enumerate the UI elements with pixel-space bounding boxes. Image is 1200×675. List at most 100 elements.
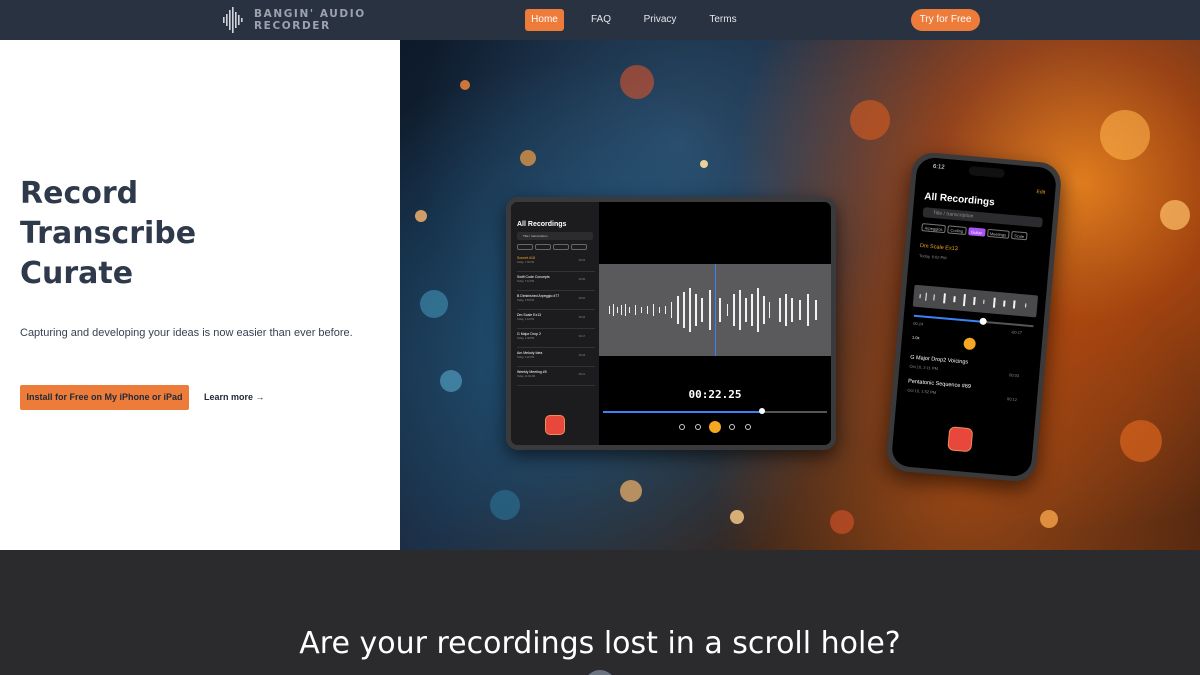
bokeh-particle [620,65,654,99]
ipad-item-time: 00:17 [578,335,585,338]
hero-subtitle: Capturing and developing your ideas is n… [20,327,353,339]
ipad-item-date: Today, 7:12 PM [517,280,535,283]
hero-text-panel: Record Transcribe Curate Capturing and d… [0,40,400,550]
learn-more-link[interactable]: Learn more → [204,385,265,410]
try-for-free-button[interactable]: Try for Free [911,9,980,31]
nav-link-privacy[interactable]: Privacy [640,9,680,31]
iphone-list-item-date: Oct 10, 1:52 PM [907,387,937,395]
iphone-title: All Recordings [923,191,996,209]
ipad-item-time: 00:06 [578,278,585,281]
ipad-list-item: Swift Code Concepts Today, 7:12 PM 00:06 [517,273,595,291]
section-avatar [584,670,616,675]
bokeh-particle [1100,110,1150,160]
iphone-clock: 6:12 [932,163,945,171]
ipad-waveform [599,264,831,356]
ipad-list-item: Sonnet #18 Today, 7:30 PM 00:16 [517,254,595,272]
ipad-chip [553,244,569,250]
waveform-logo-icon [223,7,243,33]
iphone-scrubber-fill [913,314,984,323]
ipad-tag-chips [517,244,587,250]
nav-link-terms[interactable]: Terms [704,9,742,31]
iphone-waveform-graphic [919,292,1027,309]
iphone-scrubber-track [983,320,1034,327]
ipad-list-item: B Diminished Arpeggio #77 Today, 1:53 PM… [517,292,595,310]
ipad-screen: All Recordings Title / transcription Son… [511,202,831,445]
ipad-record-button [545,415,565,435]
ipad-chip [571,244,587,250]
logo[interactable]: BANGIN' AUDIO RECORDER [222,7,366,33]
iphone-chip: Coding [947,225,967,235]
nav-link-faq[interactable]: FAQ [586,9,616,31]
iphone-record-button [947,426,974,453]
bokeh-particle [415,210,427,222]
ipad-item-date: Today, 11:06 AM [517,375,536,378]
iphone-scrubber-knob [979,317,987,326]
iphone-list-item-time: 00:12 [1006,396,1018,403]
ipad-sidebar: All Recordings Title / transcription Son… [511,202,599,445]
ipad-title: All Recordings [517,221,567,228]
ipad-item-name: G Major Drop 2 [517,332,541,336]
ipad-item-date: Today, 7:30 PM [517,261,535,264]
ipad-list-item: G Major Drop 2 Today, 1:38 PM 00:17 [517,330,595,348]
ipad-item-date: Today, 1:22 PM [517,356,535,359]
ipad-item-time: 00:16 [578,316,585,319]
nav-link-home[interactable]: Home [525,9,564,31]
bokeh-particle [1120,420,1162,462]
section-title: Are your recordings lost in a scroll hol… [299,626,901,661]
bokeh-particle [700,160,708,168]
ipad-item-date: Today, 1:53 PM [517,299,535,302]
ipad-item-name: B Diminished Arpeggio #77 [517,294,560,298]
headline-curate: Curate [20,256,134,291]
iphone-list-item-date: Oct 10, 2:11 PM [909,363,939,372]
ipad-item-time: 00:18 [578,354,585,357]
iphone-play-icon [963,337,977,351]
ipad-item-time: 00:10 [578,297,585,300]
ipad-loop-icon [745,424,751,430]
ipad-playhead [715,264,716,356]
ipad-list-item: Dm Scale Ex13 Today, 1:44 PM 00:16 [517,311,595,329]
iphone-chip: Arpeggios [921,223,946,234]
ipad-scrubber-fill [603,411,763,413]
logo-text: BANGIN' AUDIO RECORDER [254,8,366,32]
ipad-item-name: Sonnet #18 [517,256,535,260]
ipad-item-time: 00:21 [578,373,585,376]
ipad-rewind-icon [695,424,701,430]
ipad-search-placeholder: Title / transcription [523,234,548,238]
ipad-item-name: Weekly Meeting #5 [517,370,547,374]
ipad-item-date: Today, 1:38 PM [517,337,535,340]
install-button[interactable]: Install for Free on My iPhone or iPad [20,385,189,410]
ipad-list-item: Weekly Meeting #5 Today, 11:06 AM 00:21 [517,368,595,386]
ipad-player: 00:22.25 [599,202,831,445]
bokeh-particle [440,370,462,392]
top-navbar: BANGIN' AUDIO RECORDER Home FAQ Privacy … [0,0,1200,40]
ipad-list-item: Am Melody Idea Today, 1:22 PM 00:18 [517,349,595,367]
ipad-scrubber-track [763,411,827,413]
ipad-time-display: 00:22.25 [688,388,742,401]
bokeh-particle [1160,200,1190,230]
iphone-edit-label: Edit [1036,188,1046,196]
ipad-chip [535,244,551,250]
ipad-item-name: Swift Code Concepts [517,275,550,279]
ipad-item-time: 00:16 [578,259,585,262]
bokeh-particle [490,490,520,520]
ipad-play-icon [709,421,721,433]
iphone-current-item: Dm Scale Ex13 [919,243,959,253]
bokeh-particle [620,480,642,502]
iphone-chip: Meetings [986,228,1010,239]
bokeh-particle [460,80,470,90]
logo-line-1: BANGIN' AUDIO [254,8,366,20]
headline-record: Record [20,176,139,211]
iphone-current-date: Today, 6:02 PM [918,252,947,261]
iphone-mockup: 6:12 Edit All Recordings Title / transcr… [885,151,1063,483]
iphone-elapsed: 00:24 [913,320,924,327]
ipad-chip [517,244,533,250]
ipad-skip-back-icon [679,424,685,430]
ipad-search-field: Title / transcription [517,232,593,240]
ipad-mockup: All Recordings Title / transcription Son… [506,197,836,450]
iphone-screen: 6:12 Edit All Recordings Title / transcr… [890,156,1058,478]
iphone-chip-selected: Guitar [967,227,986,237]
bokeh-particle [830,510,854,534]
ipad-item-name: Am Melody Idea [517,351,543,355]
bokeh-particle [420,290,448,318]
hero-image: All Recordings Title / transcription Son… [400,40,1200,550]
